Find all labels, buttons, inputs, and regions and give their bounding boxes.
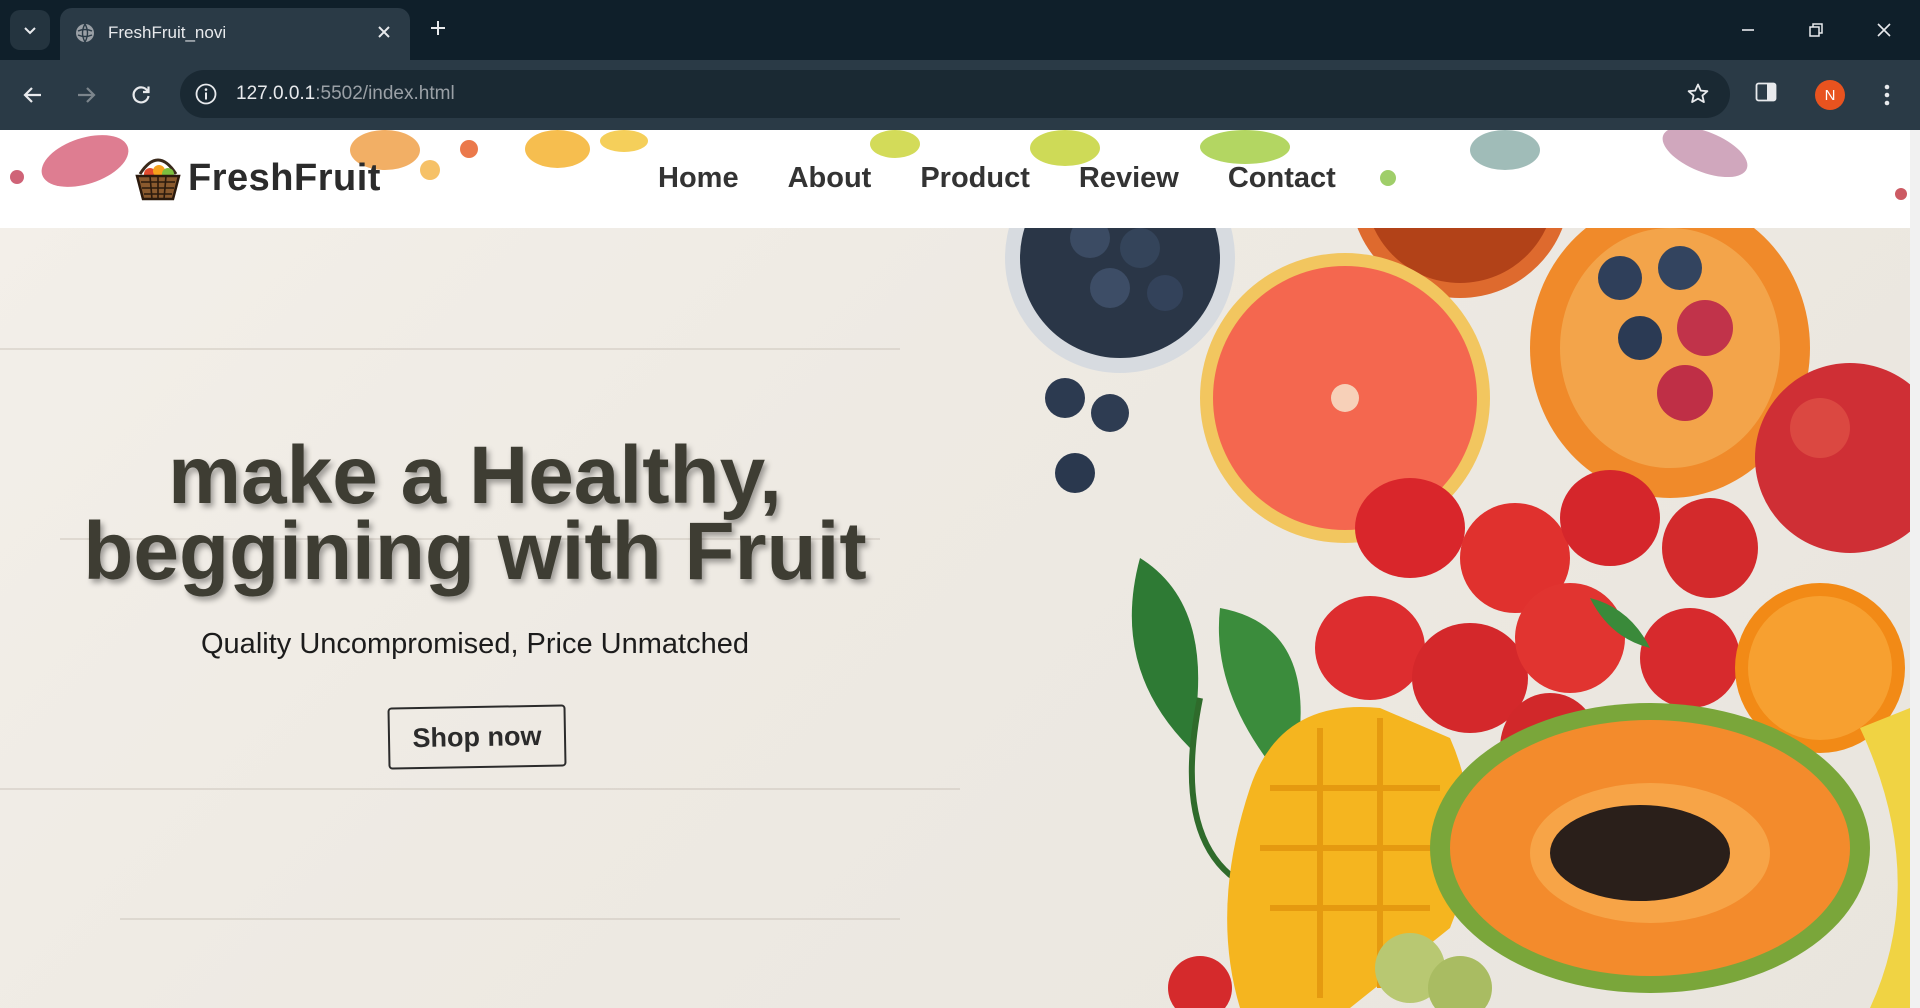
info-icon [195, 83, 217, 105]
splash-decoration [1200, 130, 1290, 164]
wood-grain [0, 348, 900, 350]
wood-grain [120, 918, 900, 920]
headline-line-2: beggining with Fruit [83, 506, 867, 597]
restore-icon [1809, 23, 1823, 37]
site-logo[interactable]: FreshFruit [132, 152, 381, 204]
splash-decoration [870, 130, 920, 158]
main-nav: Home About Product Review Contact [658, 162, 1385, 195]
nav-product[interactable]: Product [920, 162, 1030, 195]
restore-button[interactable] [1794, 12, 1838, 48]
new-tab-button[interactable] [424, 14, 452, 42]
hero-headline: make a Healthy, beggining with Fruit [40, 435, 910, 593]
splash-decoration [35, 130, 135, 197]
web-page: FreshFruit Home About Product Review Con… [0, 130, 1910, 1008]
browser-tab[interactable]: FreshFruit_novi [60, 8, 410, 60]
nav-review[interactable]: Review [1079, 162, 1179, 195]
bookmark-star-icon[interactable] [1686, 82, 1710, 106]
url-text: 127.0.0.1:5502/index.html [236, 83, 455, 105]
fruit-basket-icon [135, 158, 181, 201]
splash-decoration [1470, 130, 1540, 170]
splash-decoration [525, 130, 590, 168]
globe-icon [76, 23, 94, 43]
arrow-left-icon [23, 87, 41, 103]
hero-section: make a Healthy, beggining with Fruit Qua… [0, 228, 1910, 1008]
site-header: FreshFruit Home About Product Review Con… [0, 130, 1910, 228]
profile-avatar[interactable]: N [1815, 80, 1845, 110]
tab-strip: FreshFruit_novi [0, 0, 1920, 60]
plus-icon [431, 21, 445, 35]
minimize-button[interactable] [1726, 12, 1770, 48]
side-panel-icon[interactable] [1754, 80, 1778, 104]
splash-decoration [10, 170, 24, 184]
tab-search-button[interactable] [10, 10, 50, 50]
browser-toolbar: 127.0.0.1:5502/index.html N [0, 60, 1920, 130]
forward-button[interactable] [67, 76, 105, 114]
close-window-button[interactable] [1862, 12, 1906, 48]
wood-grain [0, 788, 960, 790]
minimize-icon [1742, 29, 1754, 31]
url-host: 127.0.0.1 [236, 83, 316, 104]
splash-decoration [600, 130, 648, 152]
tab-title: FreshFruit_novi [108, 23, 227, 42]
logo-text: FreshFruit [188, 156, 381, 199]
chevron-down-icon [24, 27, 36, 35]
splash-decoration [1895, 188, 1907, 200]
page-scrollbar[interactable] [1910, 130, 1920, 1008]
tab-close-button[interactable] [372, 20, 396, 44]
more-vertical-icon [1884, 84, 1890, 106]
arrow-right-icon [78, 87, 96, 103]
address-bar[interactable]: 127.0.0.1:5502/index.html [180, 70, 1730, 118]
splash-decoration [1655, 130, 1755, 188]
back-button[interactable] [14, 76, 52, 114]
fruit-platter-image [1005, 228, 1910, 1008]
nav-home[interactable]: Home [658, 162, 739, 195]
browser-menu-button[interactable] [1872, 78, 1902, 112]
nav-about[interactable]: About [788, 162, 872, 195]
reload-button[interactable] [122, 76, 160, 114]
splash-decoration [1030, 130, 1100, 166]
hero-subtitle: Quality Uncompromised, Price Unmatched [201, 628, 749, 660]
close-icon [378, 26, 390, 38]
splash-decoration [460, 140, 478, 158]
nav-contact[interactable]: Contact [1228, 162, 1336, 195]
url-path: :5502/index.html [315, 83, 455, 104]
close-icon [1877, 23, 1891, 37]
shop-now-button[interactable]: Shop now [387, 704, 567, 770]
reload-icon [132, 86, 150, 104]
splash-decoration [420, 160, 440, 180]
